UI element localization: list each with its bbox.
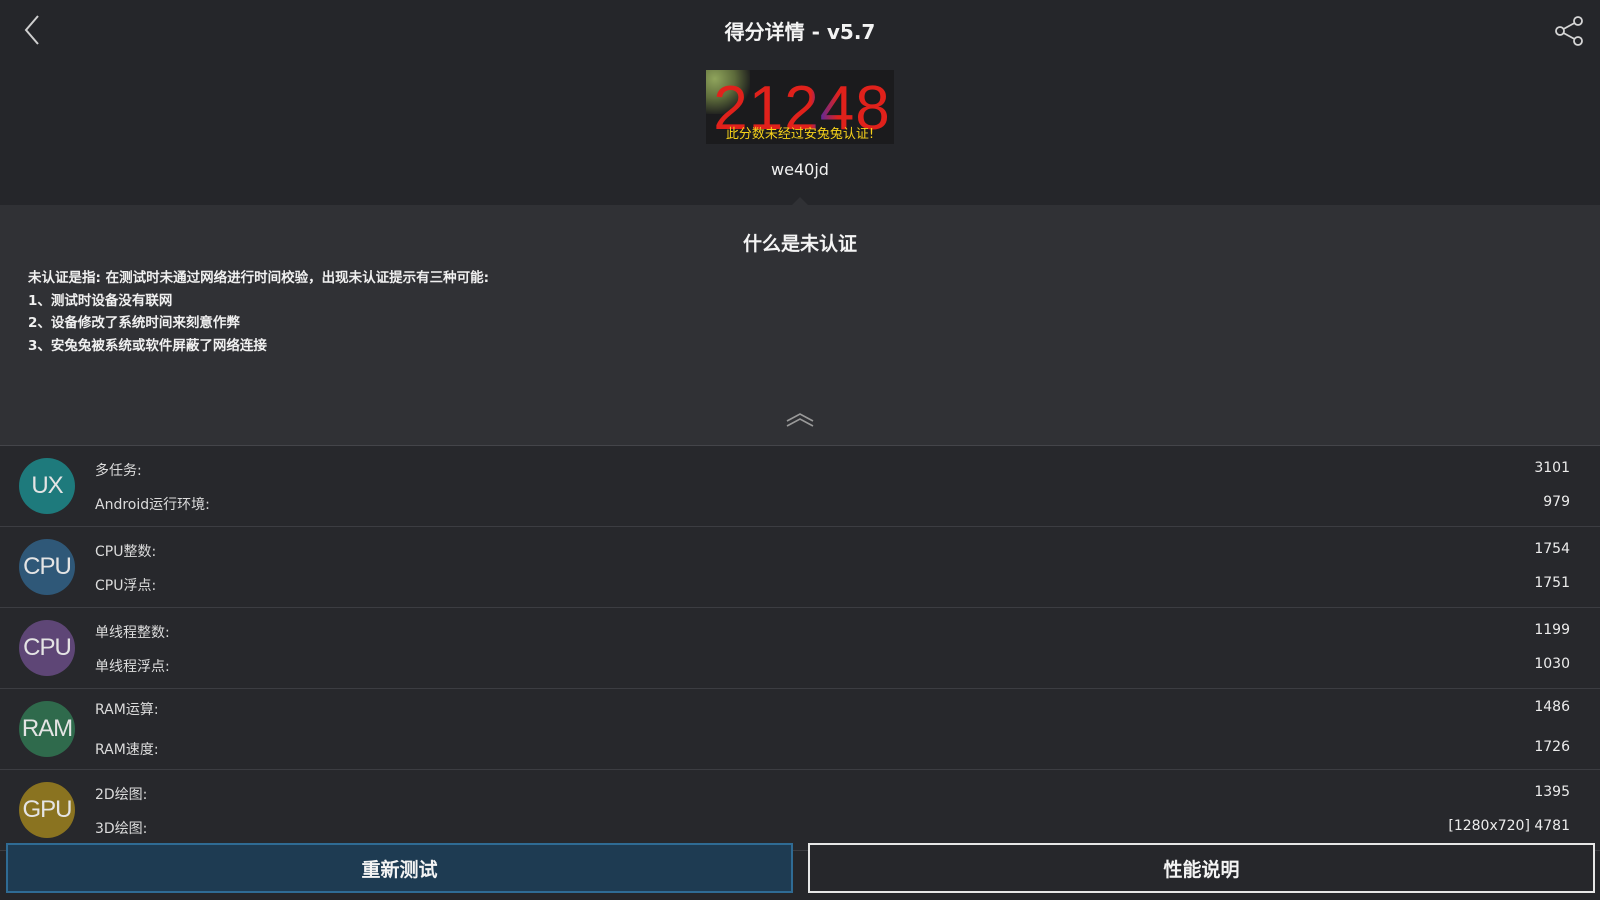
double-chevron-up-icon — [786, 413, 814, 427]
explanation-line: 未认证是指: 在测试时未通过网络进行时间校验，出现未认证提示有三种可能: — [28, 270, 489, 286]
retest-button[interactable]: 重新测试 — [6, 843, 793, 893]
ux-badge-icon: UX — [19, 458, 75, 514]
unverified-note: 此分数未经过安兔兔认证! — [725, 127, 875, 142]
score-value: 1030 — [1534, 656, 1570, 672]
ram-badge-icon: RAM — [19, 701, 75, 757]
share-button[interactable] — [1552, 14, 1586, 48]
score-value: 1199 — [1534, 622, 1570, 638]
app-screen: 得分详情 - v5.7 21248 此分数未经过安兔兔认证! we40jd 什么… — [0, 0, 1600, 900]
score-value: 1754 — [1534, 541, 1570, 557]
share-icon — [1555, 16, 1583, 46]
score-row-cpu[interactable]: CPU CPU整数: 1754 CPU浮点: 1751 — [0, 527, 1600, 608]
score-label: CPU整数: — [95, 544, 157, 560]
score-label: Android运行环境: — [95, 497, 210, 513]
score-value: 1726 — [1534, 739, 1570, 755]
explanation-line: 2、设备修改了系统时间来刻意作弊 — [28, 315, 240, 331]
score-label: 2D绘图: — [95, 787, 148, 803]
explanation-title: 什么是未认证 — [742, 233, 857, 255]
score-label: CPU浮点: — [95, 578, 157, 594]
cpu-single-thread-badge-icon: CPU — [19, 620, 75, 676]
device-name: we40jd — [771, 160, 829, 179]
score-value: 1395 — [1534, 784, 1570, 800]
explanation-line: 3、安兔兔被系统或软件屏蔽了网络连接 — [28, 337, 267, 354]
page-title: 得分详情 - v5.7 — [724, 20, 876, 44]
score-label: 单线程整数: — [95, 625, 170, 641]
score-value: [1280x720] 4781 — [1448, 818, 1570, 834]
cpu-badge-icon: CPU — [19, 539, 75, 595]
score-row-single-thread[interactable]: CPU 单线程整数: 1199 单线程浮点: 1030 — [0, 608, 1600, 689]
total-score-badge: 21248 此分数未经过安兔兔认证! — [706, 70, 894, 144]
score-label: 3D绘图: — [95, 821, 148, 837]
header: 得分详情 - v5.7 — [0, 0, 1600, 60]
score-label: RAM速度: — [95, 742, 159, 758]
score-row-ux[interactable]: UX 多任务: 3101 Android运行环境: 979 — [0, 446, 1600, 527]
explanation-line: 1、测试时设备没有联网 — [28, 292, 173, 309]
score-value: 1751 — [1534, 575, 1570, 591]
gpu-badge-icon: GPU — [19, 782, 75, 838]
score-row-ram[interactable]: RAM RAM运算: 1486 RAM速度: 1726 — [0, 689, 1600, 770]
score-list: UX 多任务: 3101 Android运行环境: 979 CPU CPU整数:… — [0, 446, 1600, 851]
score-label: 多任务: — [95, 463, 142, 479]
explanation-text: 未认证是指: 在测试时未通过网络进行时间校验，出现未认证提示有三种可能: 1、测… — [28, 267, 489, 357]
score-value: 3101 — [1534, 460, 1570, 476]
unverified-explanation-panel: 什么是未认证 未认证是指: 在测试时未通过网络进行时间校验，出现未认证提示有三种… — [0, 205, 1600, 446]
collapse-button[interactable] — [785, 411, 815, 429]
performance-info-button[interactable]: 性能说明 — [808, 843, 1595, 893]
score-value: 979 — [1543, 494, 1570, 510]
score-value: 1486 — [1534, 699, 1570, 715]
panel-pointer — [792, 197, 808, 205]
score-row-gpu[interactable]: GPU 2D绘图: 1395 3D绘图: [1280x720] 4781 — [0, 770, 1600, 851]
score-label: 单线程浮点: — [95, 659, 170, 675]
score-label: RAM运算: — [95, 702, 159, 718]
